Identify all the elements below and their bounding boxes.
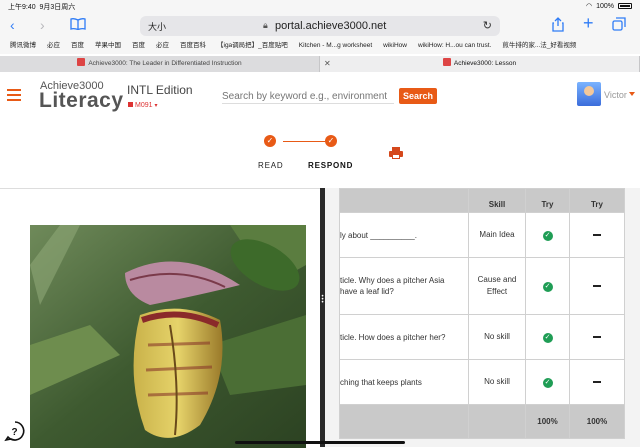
new-tab-icon[interactable]: +	[583, 14, 594, 32]
bookmark-item[interactable]: 【iga调局把】_百度贴吧	[217, 40, 288, 54]
bookmark-item[interactable]: 煎牛排的家...法_好看视频	[502, 40, 576, 54]
app-header: Achieve3000 Literacy INTL Edition M091 ▾…	[0, 72, 640, 188]
dash-icon	[593, 381, 601, 384]
print-icon[interactable]	[389, 147, 403, 159]
bookmarks-book-icon[interactable]	[70, 17, 86, 33]
edition-label: INTL Edition	[127, 83, 193, 97]
avatar[interactable]	[577, 82, 601, 106]
totals-row: 100% 100%	[339, 404, 625, 439]
home-indicator[interactable]	[235, 441, 405, 444]
question-cell[interactable]: ticle. Why does a pitcher Asia have a le…	[339, 257, 469, 315]
dash-icon	[593, 336, 601, 339]
step-read-label[interactable]: READ	[258, 161, 283, 170]
tabs-overview-icon[interactable]	[612, 17, 626, 34]
text-size-button[interactable]: 大小	[148, 20, 166, 33]
status-date: 9月3日周六	[39, 4, 76, 11]
step-respond-check-icon[interactable]: ✓	[325, 135, 337, 147]
status-bar: 上午9:40 9月3日周六 ◠ 100%	[0, 0, 640, 12]
step-respond-label[interactable]: RESPOND	[308, 161, 353, 170]
total-try1: 100%	[525, 404, 570, 439]
url-text[interactable]: portal.achieve3000.net	[275, 20, 386, 32]
column-header-try2: Try	[569, 188, 625, 213]
favicon-icon	[77, 58, 86, 66]
search-button[interactable]: Search	[399, 88, 437, 104]
bookmark-item[interactable]: 苹果中国	[95, 40, 121, 54]
column-header-skill: Skill	[468, 188, 526, 213]
tab-achieve3000-home[interactable]: Achieve3000: The Leader in Differentiate…	[0, 56, 320, 72]
battery-icon	[618, 3, 632, 9]
bookmark-item[interactable]: wikiHow: H...ou can trust.	[418, 40, 491, 54]
favicon-icon	[442, 58, 451, 66]
lock-icon: 🔒︎	[263, 20, 268, 30]
forward-icon[interactable]: ›	[40, 17, 45, 33]
question-cell[interactable]: ching that keeps plants	[339, 359, 469, 405]
results-table: Skill Try Try ly about __________. Main …	[339, 188, 625, 439]
skill-cell: No skill	[468, 314, 526, 360]
column-header-question	[339, 188, 469, 213]
skill-cell: No skill	[468, 359, 526, 405]
total-try2: 100%	[569, 404, 625, 439]
table-row: ching that keeps plants No skill ✓	[339, 359, 625, 405]
check-icon: ✓	[542, 332, 553, 343]
user-menu-chevron-icon[interactable]	[629, 92, 635, 96]
reload-icon[interactable]: ↻	[483, 19, 492, 32]
question-cell[interactable]: ticle. How does a pitcher her?	[339, 314, 469, 360]
help-chat-icon[interactable]: ?	[4, 420, 26, 442]
user-name[interactable]: Victor	[604, 90, 627, 100]
back-icon[interactable]: ‹	[10, 17, 15, 33]
tab-achieve3000-lesson[interactable]: ✕ Achieve3000: Lesson	[320, 56, 640, 72]
address-bar[interactable]: 大小 🔒︎ portal.achieve3000.net ↻	[140, 16, 500, 36]
pitcher-plant-image	[30, 225, 306, 448]
dash-icon	[593, 285, 601, 288]
browser-toolbar: ‹ › 大小 🔒︎ portal.achieve3000.net ↻ +	[0, 12, 640, 40]
close-tab-icon[interactable]: ✕	[324, 56, 331, 72]
step-read-check-icon[interactable]: ✓	[264, 135, 276, 147]
column-header-try1: Try	[525, 188, 570, 213]
step-connector	[283, 141, 325, 142]
share-icon[interactable]	[552, 17, 564, 35]
menu-icon[interactable]	[7, 89, 21, 104]
bookmark-item[interactable]: 必应	[156, 40, 169, 54]
article-pane	[0, 188, 322, 448]
bookmark-item[interactable]: wikiHow	[383, 40, 407, 54]
results-pane: Skill Try Try ly about __________. Main …	[325, 188, 640, 447]
bookmark-item[interactable]: 百度百科	[180, 40, 206, 54]
bookmark-item[interactable]: Kitchen - M...g worksheet	[299, 40, 372, 54]
level-badge: M091 ▾	[128, 102, 157, 109]
table-header-row: Skill Try Try	[339, 188, 625, 213]
check-icon: ✓	[542, 281, 553, 292]
table-row: ticle. How does a pitcher her? No skill …	[339, 314, 625, 360]
battery-percent: 100%	[596, 2, 614, 10]
check-icon: ✓	[542, 230, 553, 241]
dash-icon	[593, 234, 601, 237]
table-row: ly about __________. Main Idea ✓	[339, 212, 625, 258]
status-time: 上午9:40	[8, 4, 36, 11]
wifi-icon: ◠	[585, 3, 593, 10]
bookmarks-bar: 腾讯微博 必应 百度 苹果中国 百度 必应 百度百科 【iga调局把】_百度贴吧…	[0, 40, 640, 54]
skill-cell: Main Idea	[468, 212, 526, 258]
browser-tabs: Achieve3000: The Leader in Differentiate…	[0, 56, 640, 72]
brand-logo[interactable]: Literacy	[39, 89, 124, 113]
question-cell[interactable]: ly about __________.	[339, 212, 469, 258]
bookmark-item[interactable]: 百度	[71, 40, 84, 54]
table-row: ticle. Why does a pitcher Asia have a le…	[339, 257, 625, 315]
check-icon: ✓	[542, 377, 553, 388]
bookmark-item[interactable]: 腾讯微博	[10, 40, 36, 54]
search-input[interactable]	[222, 90, 394, 104]
skill-cell: Cause and Effect	[468, 257, 526, 315]
svg-text:?: ?	[12, 427, 18, 438]
bookmark-item[interactable]: 必应	[47, 40, 60, 54]
bookmark-item[interactable]: 百度	[132, 40, 145, 54]
